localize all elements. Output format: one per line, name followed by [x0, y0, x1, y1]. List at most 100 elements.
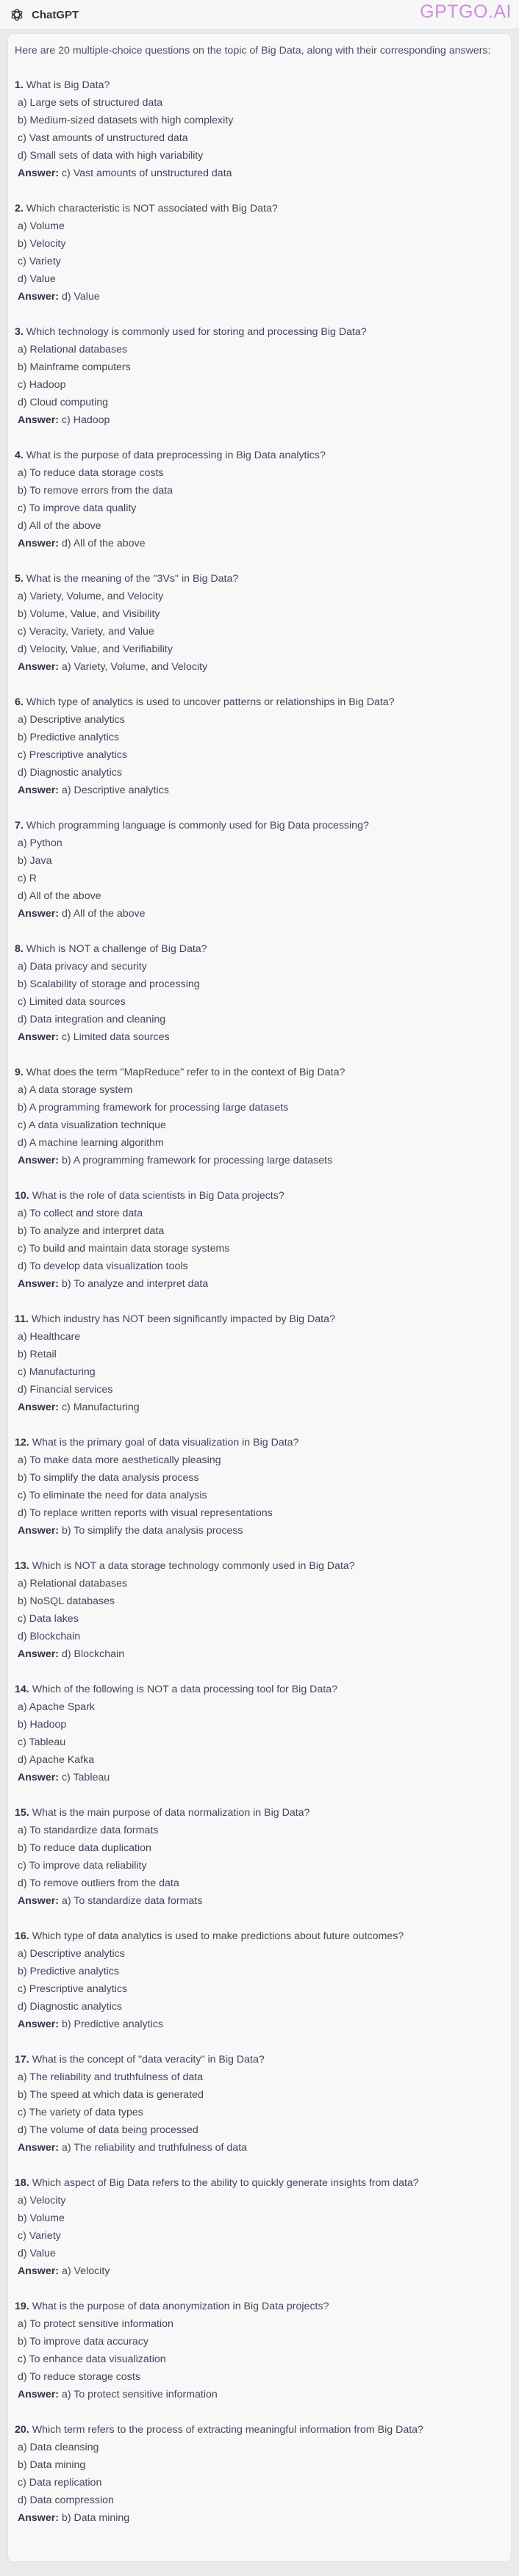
answer-option: d) Cloud computing [18, 397, 109, 408]
question-text: 10. What is the role of data scientists … [15, 1187, 504, 1205]
answer-value: c) Hadoop [61, 414, 110, 426]
answer-value: c) Manufacturing [61, 1401, 140, 1413]
question-text: 1. What is Big Data? [15, 76, 504, 94]
answer-value: c) Limited data sources [61, 1031, 170, 1043]
answer-value: b) To analyze and interpret data [61, 1278, 209, 1290]
question-number: 7. [15, 820, 24, 831]
answer-option: a) To protect sensitive information [18, 2318, 173, 2330]
answer-value: c) Vast amounts of unstructured data [61, 167, 232, 179]
answer-option: d) Value [18, 273, 56, 285]
answer-option: b) Medium-sized datasets with high compl… [18, 115, 234, 126]
question-label: What is the purpose of data anonymizatio… [32, 2301, 329, 2312]
answer-option: a) Large sets of structured data [18, 97, 163, 109]
intro-text: Here are 20 multiple-choice questions on… [15, 45, 491, 57]
question-text: 18. Which aspect of Big Data refers to t… [15, 2174, 504, 2192]
answer-label: Answer: [18, 2389, 59, 2400]
answer-value: b) A programming framework for processin… [61, 1155, 333, 1166]
question-label: What does the term "MapReduce" refer to … [26, 1067, 346, 1078]
question-item: 3. Which technology is commonly used for… [15, 323, 504, 429]
question-item: 17. What is the concept of "data veracit… [15, 2051, 504, 2157]
question-label: Which programming language is commonly u… [26, 820, 369, 831]
answer-option: c) To eliminate the need for data analys… [18, 1490, 207, 1501]
question-item: 15. What is the main purpose of data nor… [15, 1804, 504, 1910]
answer-option: d) All of the above [18, 520, 101, 532]
answer-label: Answer: [18, 538, 59, 549]
question-list: 1. What is Big Data? a) Large sets of str… [15, 76, 504, 2527]
question-text: 19. What is the purpose of data anonymiz… [15, 2298, 504, 2315]
correct-answer: Answer: b) Data mining [15, 2509, 504, 2527]
question-label: What is the purpose of data preprocessin… [26, 450, 326, 461]
correct-answer: Answer: c) Tableau [15, 1769, 504, 1786]
answer-option: b) Predictive analytics [18, 732, 119, 743]
answer-option: c) To improve data reliability [18, 1860, 147, 1872]
correct-answer: Answer: c) Hadoop [15, 411, 504, 429]
question-label: Which term refers to the process of extr… [32, 2424, 423, 2436]
answer-label: Answer: [18, 1031, 59, 1043]
answer-option: c) Data replication [18, 2477, 102, 2489]
question-label: What is Big Data? [26, 79, 110, 91]
answer-option: a) Data privacy and security [18, 961, 147, 973]
answer-label: Answer: [18, 2018, 59, 2030]
question-text: 13. Which is NOT a data storage technolo… [15, 1557, 504, 1575]
answer-option: c) Veracity, Variety, and Value [18, 626, 154, 638]
answer-option: c) Limited data sources [18, 996, 126, 1008]
answer-option: c) Prescriptive analytics [18, 749, 128, 761]
question-text: 7. Which programming language is commonl… [15, 817, 504, 834]
answer-option: b) Volume [18, 2212, 65, 2224]
answer-option: a) Healthcare [18, 1331, 81, 1343]
answer-option: c) Vast amounts of unstructured data [18, 132, 188, 144]
question-number: 1. [15, 79, 24, 91]
question-item: 7. Which programming language is commonl… [15, 817, 504, 923]
correct-answer: Answer: a) Descriptive analytics [15, 782, 504, 799]
answer-label: Answer: [18, 1895, 59, 1907]
question-label: Which industry has NOT been significantl… [31, 1313, 335, 1325]
question-label: What is the concept of "data veracity" i… [32, 2054, 265, 2066]
question-item: 9. What does the term "MapReduce" refer … [15, 1064, 504, 1169]
answer-option: a) Variety, Volume, and Velocity [18, 591, 164, 602]
answer-label: Answer: [18, 908, 59, 920]
correct-answer: Answer: c) Manufacturing [15, 1399, 504, 1416]
question-text: 4. What is the purpose of data preproces… [15, 447, 504, 464]
question-number: 10. [15, 1190, 29, 1202]
question-label: Which type of data analytics is used to … [32, 1930, 404, 1942]
watermark: GPTGO.AI [420, 1, 512, 22]
correct-answer: Answer: a) Variety, Volume, and Velocity [15, 658, 504, 676]
question-number: 8. [15, 943, 24, 955]
answer-option: b) The speed at which data is generated [18, 2089, 204, 2101]
answer-option: a) Volume [18, 220, 65, 232]
question-number: 19. [15, 2301, 29, 2312]
question-text: 17. What is the concept of "data veracit… [15, 2051, 504, 2068]
answer-option: a) Relational databases [18, 1578, 128, 1590]
app-name: ChatGPT [32, 9, 79, 21]
answer-option: b) To reduce data duplication [18, 1842, 151, 1854]
answer-value: a) Descriptive analytics [61, 784, 169, 796]
answer-option: c) To enhance data visualization [18, 2353, 166, 2365]
answer-option: b) A programming framework for processin… [18, 1102, 289, 1114]
question-text: 16. Which type of data analytics is used… [15, 1927, 504, 1945]
answer-option: a) The reliability and truthfulness of d… [18, 2071, 204, 2083]
answer-value: a) Variety, Volume, and Velocity [61, 661, 208, 673]
answer-label: Answer: [18, 2512, 59, 2524]
answer-option: d) To remove outliers from the data [18, 1877, 179, 1889]
correct-answer: Answer: a) To protect sensitive informat… [15, 2386, 504, 2403]
question-label: What is the meaning of the "3Vs" in Big … [26, 573, 239, 585]
answer-option: a) Descriptive analytics [18, 1948, 125, 1960]
question-text: 12. What is the primary goal of data vis… [15, 1434, 504, 1451]
question-label: Which technology is commonly used for st… [26, 326, 367, 338]
answer-value: b) Predictive analytics [61, 2018, 163, 2030]
question-text: 9. What does the term "MapReduce" refer … [15, 1064, 504, 1081]
answer-option: c) Hadoop [18, 379, 66, 391]
answer-option: b) Retail [18, 1349, 57, 1360]
answer-option: b) Mainframe computers [18, 361, 131, 373]
answer-label: Answer: [18, 2142, 59, 2154]
answer-option: d) All of the above [18, 890, 101, 902]
answer-option: b) To analyze and interpret data [18, 1225, 165, 1237]
answer-option: c) Variety [18, 256, 61, 267]
answer-option: c) To build and maintain data storage sy… [18, 1243, 230, 1255]
chat-response: Here are 20 multiple-choice questions on… [7, 33, 512, 2562]
question-number: 4. [15, 450, 24, 461]
answer-option: a) To reduce data storage costs [18, 467, 164, 479]
answer-option: c) Prescriptive analytics [18, 1983, 128, 1995]
question-item: 18. Which aspect of Big Data refers to t… [15, 2174, 504, 2280]
question-text: 6. Which type of analytics is used to un… [15, 693, 504, 711]
